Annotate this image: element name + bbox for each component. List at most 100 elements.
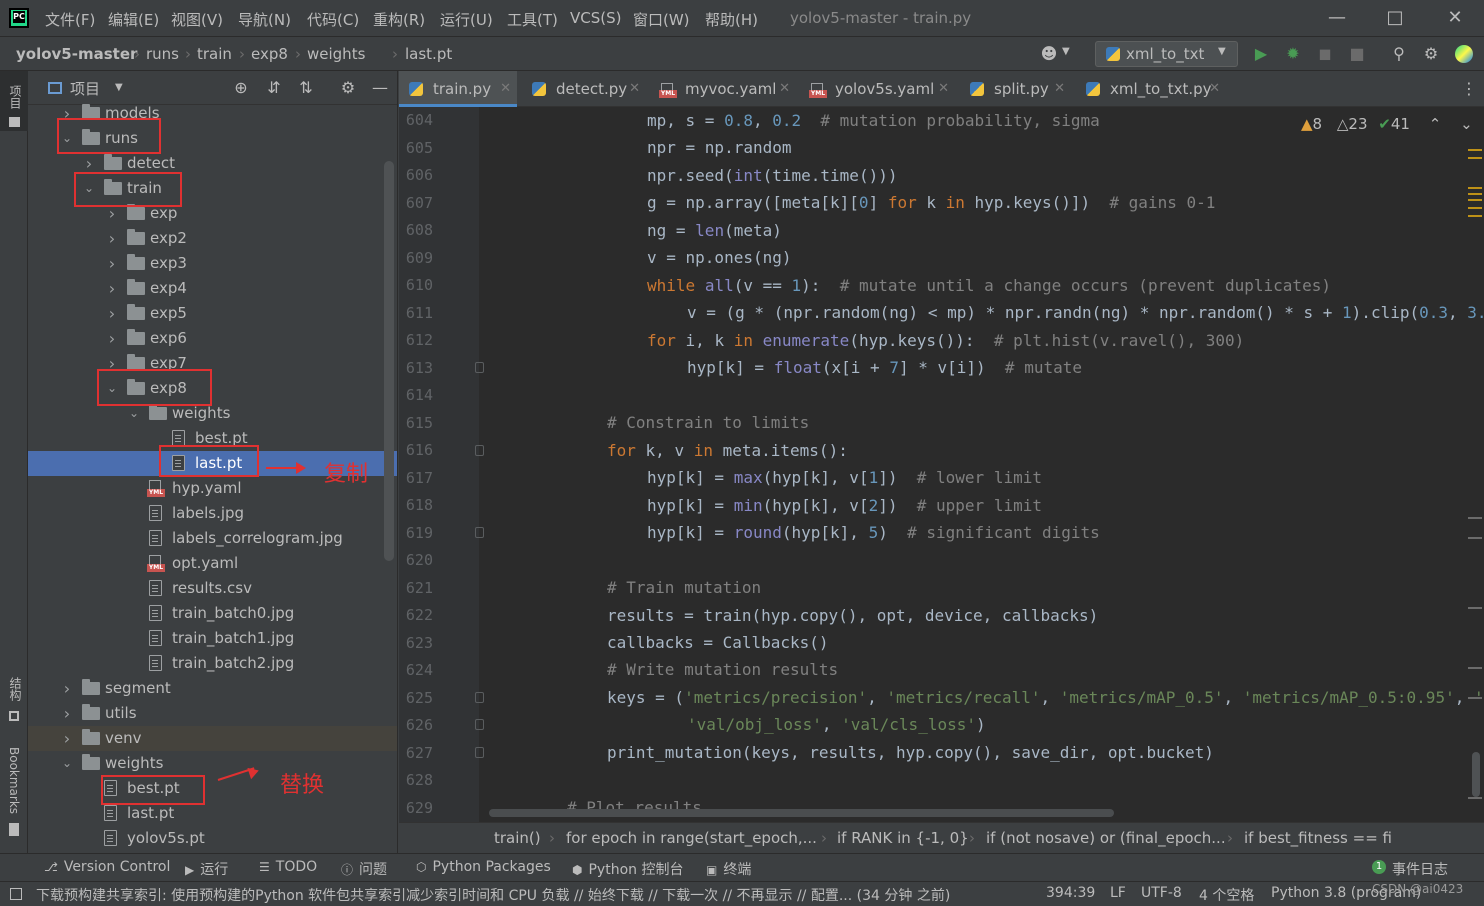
- run-config-selector[interactable]: xml_to_txt ▼: [1095, 41, 1238, 67]
- chevron-up-icon[interactable]: ⌃: [1429, 115, 1442, 133]
- gear-icon[interactable]: ⚙: [1422, 45, 1440, 63]
- tree-row[interactable]: › utils: [28, 701, 397, 726]
- jetbrains-toolbox-icon[interactable]: [1455, 45, 1473, 63]
- fold-marker-icon[interactable]: [475, 527, 484, 538]
- close-icon[interactable]: ✕: [629, 71, 640, 107]
- code-breadcrumb-item[interactable]: for epoch in range(start_epoch,...: [566, 829, 817, 847]
- tool-window-button[interactable]: ⬡ Python Packages: [416, 859, 551, 875]
- breadcrumb-item[interactable]: runs: [146, 45, 179, 63]
- bookmarks-tool-button[interactable]: Bookmarks: [0, 743, 28, 843]
- fold-marker-icon[interactable]: [475, 362, 484, 373]
- tool-window-button[interactable]: ⓘ 问题: [341, 859, 387, 879]
- tree-row[interactable]: › exp5: [28, 301, 397, 326]
- tree-row[interactable]: › segment: [28, 676, 397, 701]
- menu-item[interactable]: 代码(C): [307, 9, 359, 30]
- project-panel-title[interactable]: 项目: [70, 78, 100, 99]
- tree-row[interactable]: › exp7: [28, 351, 397, 376]
- cursor-position[interactable]: 394:39: [1046, 885, 1095, 901]
- chevron-down-icon[interactable]: ⌄: [60, 751, 74, 776]
- breadcrumb-item[interactable]: last.pt: [405, 45, 452, 63]
- hide-panel-icon[interactable]: —: [371, 79, 389, 97]
- project-tool-button[interactable]: 项目: [0, 71, 28, 131]
- tree-row[interactable]: train_batch1.jpg: [28, 626, 397, 651]
- tool-window-button[interactable]: ▶ 运行: [185, 859, 228, 879]
- event-log-button[interactable]: 事件日志: [1392, 859, 1448, 879]
- tree-row[interactable]: best.pt: [28, 776, 397, 801]
- chevron-right-icon[interactable]: ›: [105, 301, 119, 326]
- menu-item[interactable]: 编辑(E): [108, 9, 159, 30]
- editor-tab[interactable]: detect.py ✕: [522, 71, 646, 107]
- expand-all-icon[interactable]: ⇵: [265, 79, 283, 97]
- editor-tab[interactable]: xml_to_txt.py ✕: [1076, 71, 1226, 107]
- tree-row[interactable]: yolov5s.pt: [28, 826, 397, 851]
- project-scrollbar[interactable]: [384, 161, 394, 561]
- menu-item[interactable]: 窗口(W): [633, 9, 690, 30]
- minimize-button[interactable]: —: [1322, 6, 1352, 30]
- debug-bug-icon[interactable]: ✹: [1284, 45, 1302, 63]
- error-stripe[interactable]: [1464, 107, 1484, 822]
- close-icon[interactable]: ✕: [779, 71, 790, 107]
- line-separator[interactable]: LF: [1110, 885, 1126, 901]
- fold-marker-icon[interactable]: [475, 692, 484, 703]
- editor-tab[interactable]: YML yolov5s.yaml ✕: [801, 71, 955, 107]
- search-icon[interactable]: ⚲: [1390, 45, 1408, 63]
- inspection-widget[interactable]: ▲8 △23 ✔41 ⌃ ⌄: [1301, 115, 1473, 133]
- tree-row[interactable]: ⌄ weights: [28, 751, 397, 776]
- menu-item[interactable]: 运行(U): [440, 9, 493, 30]
- file-encoding[interactable]: UTF-8: [1141, 885, 1182, 901]
- tree-row[interactable]: › exp2: [28, 226, 397, 251]
- tree-row[interactable]: labels_correlogram.jpg: [28, 526, 397, 551]
- menu-item[interactable]: 导航(N): [238, 9, 291, 30]
- menu-item[interactable]: VCS(S): [570, 9, 621, 27]
- fold-marker-icon[interactable]: [475, 445, 484, 456]
- menu-item[interactable]: 视图(V): [171, 9, 223, 30]
- code-breadcrumb-item[interactable]: train(): [494, 829, 541, 847]
- gear-icon[interactable]: ⚙: [339, 79, 357, 97]
- breadcrumb-item[interactable]: train: [197, 45, 232, 63]
- chevron-down-icon[interactable]: ▼: [115, 82, 123, 93]
- code-breadcrumb-item[interactable]: if (not nosave) or (final_epoch...: [986, 829, 1226, 847]
- editor-tab[interactable]: YML myvoc.yaml ✕: [651, 71, 796, 107]
- tool-window-button[interactable]: ⬢ Python 控制台: [572, 859, 683, 879]
- tree-row[interactable]: ⌄ weights: [28, 401, 397, 426]
- tool-window-button[interactable]: ⎇ Version Control: [44, 859, 170, 875]
- chevron-right-icon[interactable]: ›: [105, 251, 119, 276]
- close-button[interactable]: ✕: [1440, 6, 1470, 30]
- editor-tab[interactable]: split.py ✕: [960, 71, 1071, 107]
- chevron-right-icon[interactable]: ›: [60, 701, 74, 726]
- close-icon[interactable]: ✕: [1209, 71, 1220, 107]
- chevron-right-icon[interactable]: ›: [105, 326, 119, 351]
- tree-row[interactable]: last.pt: [28, 801, 397, 826]
- horizontal-scrollbar[interactable]: [489, 809, 1114, 817]
- tree-row[interactable]: train_batch2.jpg: [28, 651, 397, 676]
- chevron-right-icon[interactable]: ›: [105, 226, 119, 251]
- status-message[interactable]: 下载预构建共享索引: 使用预构建的Python 软件包共享索引减少索引时间和 C…: [36, 885, 1036, 905]
- tree-row[interactable]: › exp3: [28, 251, 397, 276]
- code-breadcrumb-item[interactable]: if RANK in {-1, 0}: [837, 829, 969, 847]
- close-icon[interactable]: ✕: [1054, 71, 1065, 107]
- tool-window-button[interactable]: ▣ 终端: [706, 859, 751, 879]
- tree-row[interactable]: train_batch0.jpg: [28, 601, 397, 626]
- breadcrumb-item[interactable]: yolov5-master: [16, 45, 137, 63]
- more-options-icon[interactable]: ⋮: [1461, 79, 1477, 98]
- menu-item[interactable]: 帮助(H): [705, 9, 758, 30]
- breadcrumb-item[interactable]: exp8: [251, 45, 288, 63]
- stop-icon[interactable]: ■: [1348, 45, 1366, 63]
- collapse-all-icon[interactable]: ⇅: [297, 79, 315, 97]
- close-icon[interactable]: ✕: [500, 71, 511, 107]
- editor-tab[interactable]: train.py ✕: [399, 71, 517, 107]
- menu-item[interactable]: 文件(F): [45, 9, 95, 30]
- run-icon[interactable]: ▶: [1252, 45, 1270, 63]
- locate-target-icon[interactable]: ⊕: [232, 79, 250, 97]
- chevron-right-icon[interactable]: ›: [60, 726, 74, 751]
- structure-tool-button[interactable]: 结构: [0, 671, 28, 731]
- menu-item[interactable]: 工具(T): [507, 9, 558, 30]
- close-icon[interactable]: ✕: [938, 71, 949, 107]
- coverage-icon[interactable]: ◼: [1316, 45, 1334, 63]
- tree-row[interactable]: › venv: [28, 726, 397, 751]
- maximize-button[interactable]: □: [1380, 6, 1410, 30]
- breadcrumb-item[interactable]: weights: [307, 45, 365, 63]
- tree-row[interactable]: › exp4: [28, 276, 397, 301]
- tree-row[interactable]: YML opt.yaml: [28, 551, 397, 576]
- chevron-right-icon[interactable]: ›: [105, 276, 119, 301]
